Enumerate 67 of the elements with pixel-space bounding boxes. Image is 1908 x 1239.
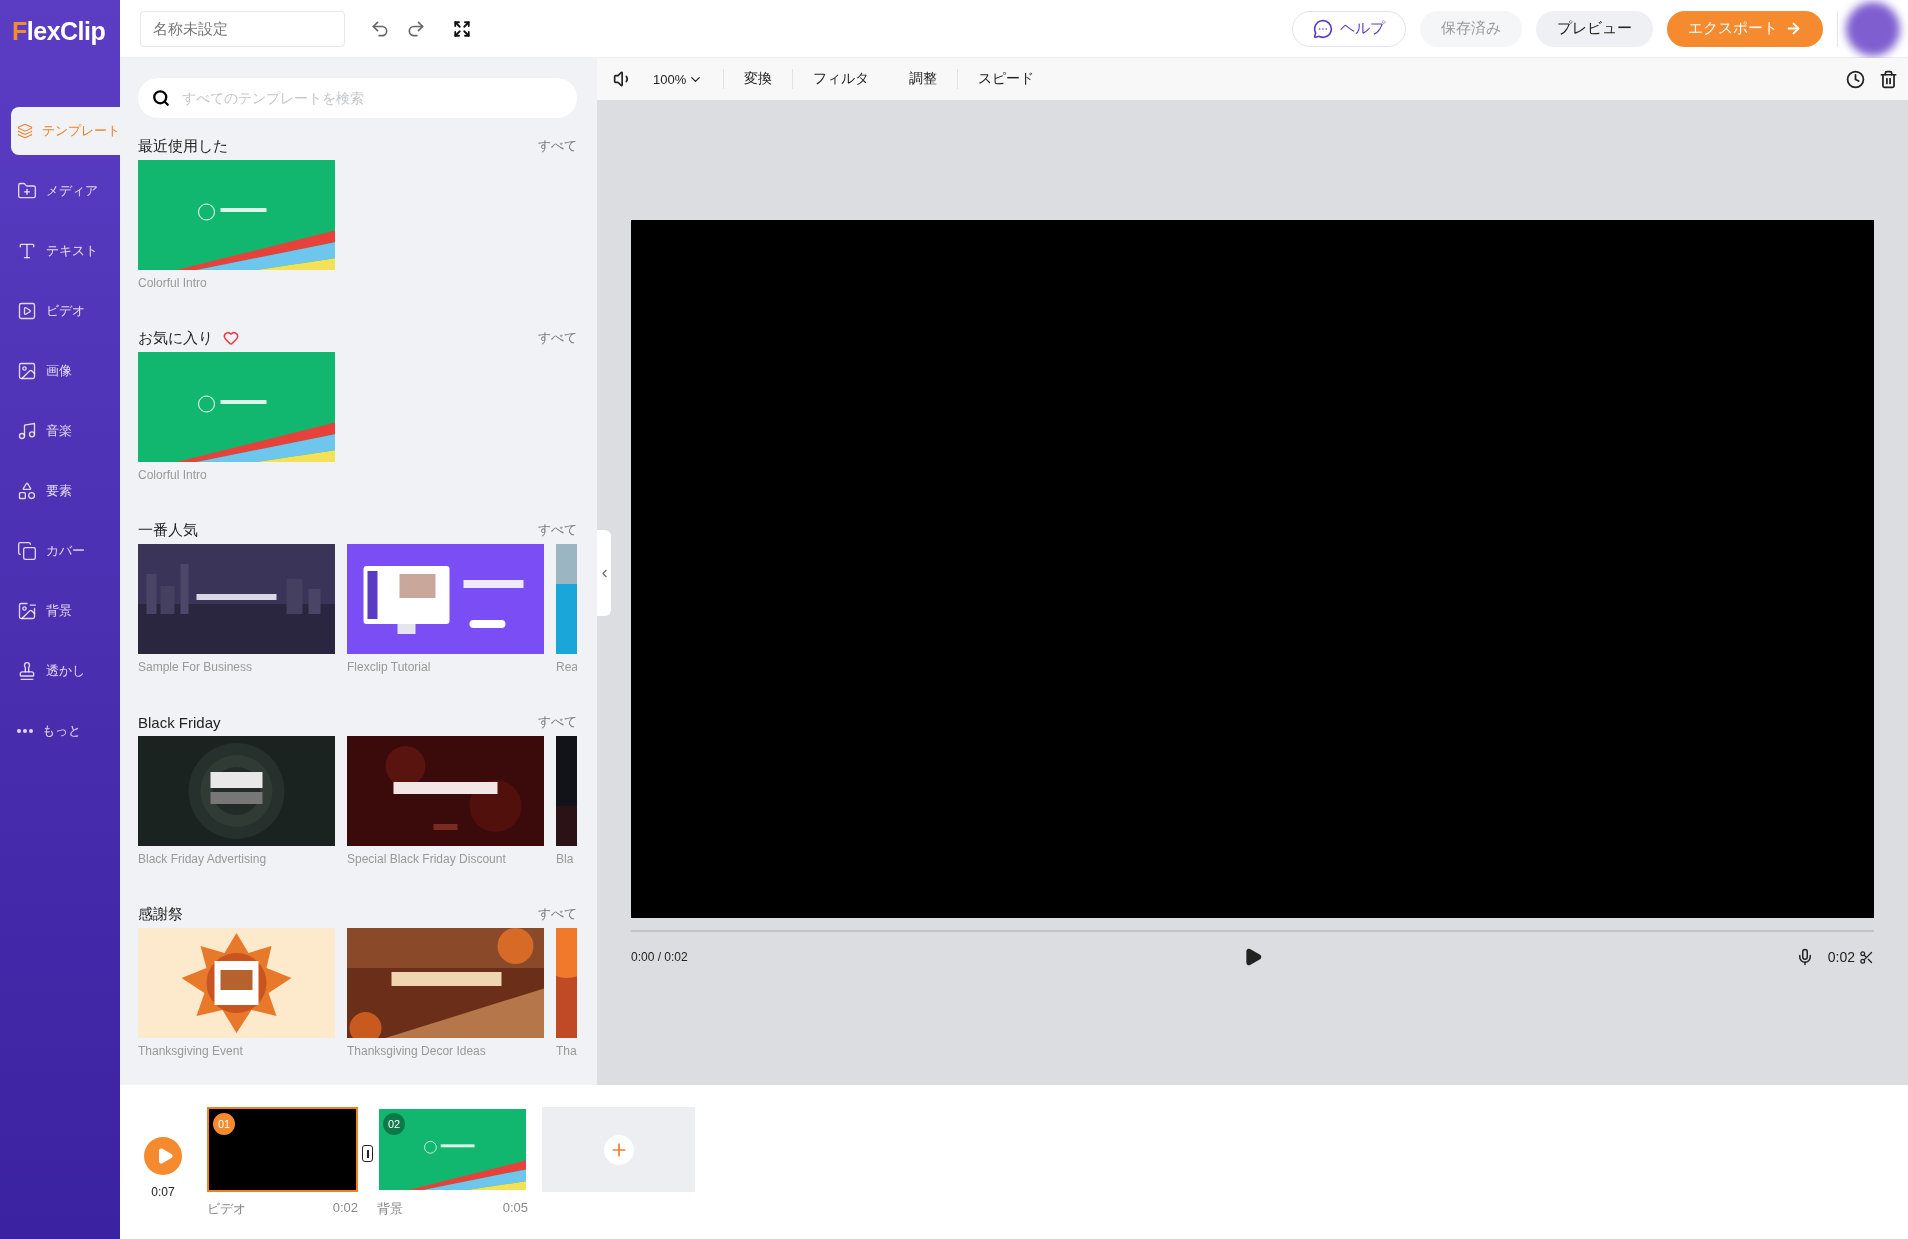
stamp-icon	[17, 661, 37, 681]
see-all-link[interactable]: すべて	[538, 521, 577, 539]
template-caption: Colorful Intro	[138, 468, 208, 484]
toolbar-item[interactable]: フィルタ	[793, 70, 890, 88]
image-icon	[17, 361, 37, 381]
sidebar-item[interactable]: テキスト	[0, 227, 120, 275]
see-all-link[interactable]: すべて	[538, 905, 577, 923]
total-duration: 0:07	[151, 1185, 175, 1199]
see-all-link[interactable]: すべて	[538, 137, 577, 155]
chat-bubble-icon	[1313, 18, 1333, 39]
clip-label: 背景	[377, 1200, 403, 1218]
see-all-link[interactable]: すべて	[538, 329, 577, 347]
arrow-right-icon	[1785, 20, 1802, 37]
project-title-field[interactable]: 名称未設定	[140, 10, 345, 47]
clip-duration: 0:02	[1827, 949, 1855, 965]
scissors-icon[interactable]	[1859, 949, 1874, 965]
section-title: 一番人気	[138, 520, 198, 540]
sidebar-item[interactable]: 要素	[0, 467, 120, 515]
toolbar-item[interactable]: 変換	[724, 70, 793, 88]
template-caption: Flexclip Tutorial	[347, 660, 432, 676]
search-icon	[152, 89, 170, 107]
toolbar-item[interactable]: 調整	[889, 70, 958, 88]
template-caption: Colorful Intro	[138, 276, 208, 292]
section-title: Black Friday	[138, 713, 221, 731]
section-title: 感謝祭	[138, 904, 183, 924]
help-button[interactable]: ヘルプ	[1292, 10, 1406, 47]
template-caption: Bla	[556, 852, 575, 868]
folder-plus-icon	[17, 181, 37, 201]
toolbar-item[interactable]: スピード	[958, 70, 1055, 88]
see-all-link[interactable]: すべて	[538, 713, 577, 731]
template-caption: Thanksgiving Decor Ideas	[347, 1044, 487, 1060]
section-title: お気に入り	[138, 328, 213, 348]
sidebar-item[interactable]: 音楽	[0, 407, 120, 455]
more-icon	[17, 729, 33, 733]
zoom-dropdown[interactable]: 100%	[633, 71, 724, 87]
transition-icon[interactable]	[362, 1145, 373, 1162]
sidebar-item[interactable]: メディア	[0, 167, 120, 215]
copy-icon	[17, 541, 37, 561]
add-clip-tile[interactable]	[542, 1107, 695, 1192]
template-caption: Special Black Friday Discount	[347, 852, 507, 868]
playback-time: 0:00 / 0:02	[631, 950, 688, 964]
trash-icon[interactable]	[1879, 69, 1898, 89]
template-caption: Tha	[556, 1044, 577, 1060]
timeline-clip[interactable]: 02	[377, 1107, 528, 1192]
collapse-handle[interactable]	[597, 530, 611, 616]
section-title: 最近使用した	[138, 136, 228, 156]
layers-icon	[17, 121, 33, 141]
sidebar-item[interactable]: カバー	[0, 527, 120, 575]
text-icon	[17, 241, 37, 261]
template-caption: Thanksgiving Event	[138, 1044, 244, 1060]
logo[interactable]: FlexClip	[0, 0, 120, 62]
sidebar-item[interactable]: もっと	[0, 707, 120, 755]
clip-label: ビデオ	[207, 1200, 246, 1218]
sidebar-item[interactable]: ビデオ	[0, 287, 120, 335]
shapes-icon	[17, 481, 37, 501]
clip-duration: 0:02	[332, 1200, 358, 1217]
play-square-icon	[17, 301, 37, 321]
sidebar-item[interactable]: 画像	[0, 347, 120, 395]
sidebar-item[interactable]: 透かし	[0, 647, 120, 695]
clip-duration: 0:05	[502, 1200, 528, 1217]
avatar[interactable]	[1846, 1, 1900, 56]
sidebar-item[interactable]: 背景	[0, 587, 120, 635]
template-caption: Sample For Business	[138, 660, 254, 676]
preview-button[interactable]: プレビュー	[1536, 10, 1653, 47]
template-caption: Black Friday Advertising	[138, 852, 268, 868]
clock-icon[interactable]	[1846, 69, 1865, 89]
music-note-icon	[17, 421, 37, 441]
